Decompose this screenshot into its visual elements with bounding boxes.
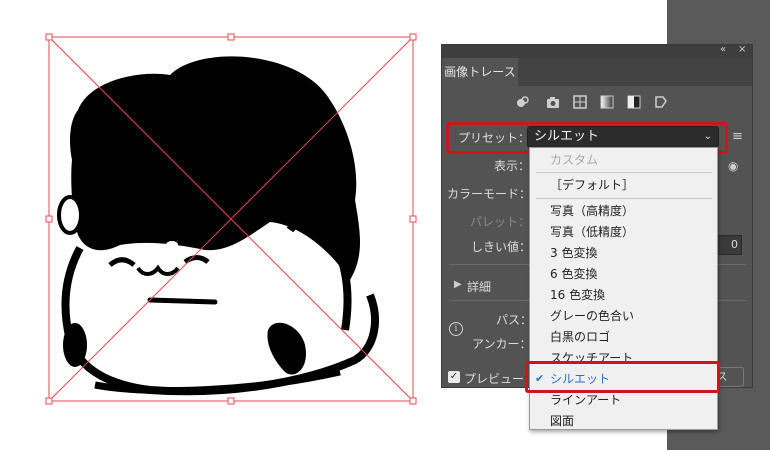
view-label: 表示： <box>494 159 531 173</box>
outline-icon[interactable] <box>654 95 668 109</box>
detail-label[interactable]: 詳細 <box>467 278 491 295</box>
preset-value: シルエット <box>534 129 600 144</box>
preview-label: プレビュー <box>464 372 525 386</box>
chevron-down-icon: ⌄ <box>703 131 712 142</box>
panel-header-bar: « × <box>442 44 752 58</box>
disclosure-arrow-icon[interactable]: ▶ <box>454 279 462 290</box>
preset-dropdown[interactable]: シルエット ⌄ <box>527 126 719 148</box>
menu-item-default[interactable]: ［デフォルト］ <box>530 175 717 195</box>
color-mode-label: カラーモード： <box>447 187 532 201</box>
menu-item-3-colors[interactable]: 3 色変換 <box>530 243 717 263</box>
menu-item-photo-high[interactable]: 写真（高精度） <box>530 201 717 221</box>
black-and-white-icon[interactable] <box>627 95 641 109</box>
hamster-illustration <box>57 56 379 396</box>
palette-label: パレット： <box>470 215 531 229</box>
close-icon[interactable]: × <box>738 44 746 55</box>
menu-item-technical-drawing[interactable]: 図面 <box>530 411 717 431</box>
grayscale-icon[interactable] <box>600 95 614 109</box>
menu-separator <box>536 198 712 199</box>
collapse-icon[interactable]: « <box>720 44 726 55</box>
selected-item-highlight-box <box>525 361 720 393</box>
menu-item-16-colors[interactable]: 16 色変換 <box>530 285 717 305</box>
menu-item-custom: カスタム <box>550 153 599 167</box>
tab-image-trace[interactable]: 画像トレース <box>442 58 518 86</box>
paths-label: パス： <box>496 313 533 327</box>
manage-presets-icon[interactable]: ≡ <box>732 129 743 144</box>
traced-artwork[interactable] <box>0 0 440 450</box>
auto-color-icon[interactable] <box>516 95 530 109</box>
menu-item-shades-of-gray[interactable]: グレーの色合い <box>530 306 717 326</box>
low-color-icon[interactable] <box>573 95 587 109</box>
menu-item-6-colors[interactable]: 6 色変換 <box>530 264 717 284</box>
camera-icon[interactable] <box>546 95 560 109</box>
menu-item-bw-logo[interactable]: 白黒のロゴ <box>530 327 717 347</box>
panel-tab-row: 画像トレース <box>442 58 752 86</box>
menu-item-line-art[interactable]: ラインアート <box>530 390 717 410</box>
menu-separator <box>536 172 712 173</box>
anchors-label: アンカー： <box>472 337 532 351</box>
preset-label: プリセット： <box>458 131 531 145</box>
preview-checkbox[interactable]: ✓ <box>448 371 460 383</box>
info-icon: i <box>449 322 463 336</box>
menu-item-photo-low[interactable]: 写真（低精度） <box>530 222 717 242</box>
eye-icon[interactable]: ◉ <box>728 159 738 173</box>
threshold-label: しきい値： <box>471 240 532 254</box>
